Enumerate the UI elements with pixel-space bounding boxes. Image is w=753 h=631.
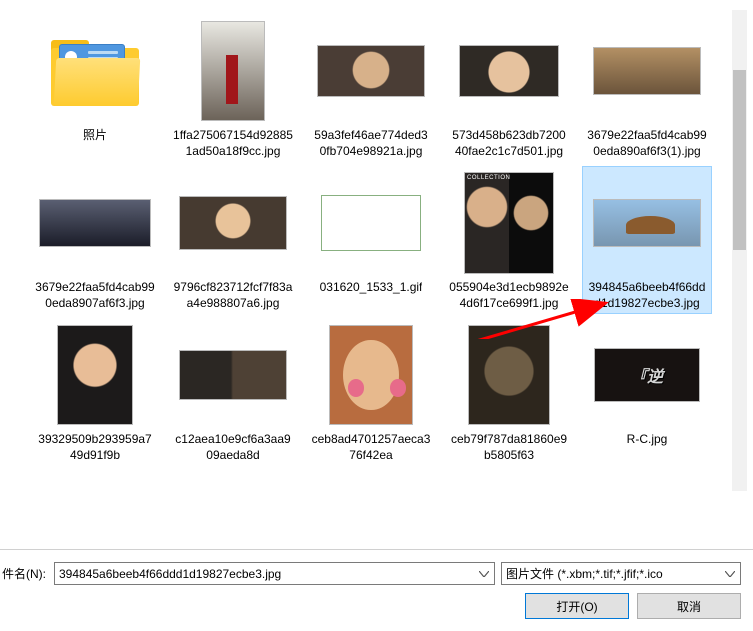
- file-item-label: 1ffa275067154d928851ad50a18f9cc.jpg: [173, 127, 293, 159]
- thumbnail: [35, 323, 155, 427]
- scrollbar-thumb[interactable]: [733, 70, 746, 250]
- file-item[interactable]: 3679e22faa5fd4cab990eda8907af6f3.jpg: [30, 166, 160, 314]
- thumbnail: [449, 171, 569, 275]
- open-button-label: 打开(O): [556, 598, 597, 615]
- file-grid[interactable]: 照片 1ffa275067154d928851ad50a18f9cc.jpg 59a…: [0, 0, 753, 550]
- file-item[interactable]: 031620_1533_1.gif: [306, 166, 436, 314]
- dialog-footer: 件名(N): 394845a6beeb4f66ddd1d19827ecbe3.j…: [0, 554, 753, 631]
- filename-combobox[interactable]: 394845a6beeb4f66ddd1d19827ecbe3.jpg: [54, 562, 495, 585]
- thumbnail: [173, 323, 293, 427]
- file-item-label: 3679e22faa5fd4cab990eda8907af6f3.jpg: [35, 279, 155, 311]
- file-item[interactable]: 1ffa275067154d928851ad50a18f9cc.jpg: [168, 14, 298, 162]
- file-item-label: 59a3fef46ae774ded30fb704e98921a.jpg: [311, 127, 431, 159]
- file-item-label: 照片: [83, 127, 107, 143]
- file-item-label: 39329509b293959a749d91f9b: [35, 431, 155, 463]
- file-item[interactable]: 照片: [30, 14, 160, 162]
- file-item[interactable]: ceb8ad4701257aeca376f42ea: [306, 318, 436, 466]
- scrollbar[interactable]: [732, 10, 747, 491]
- file-item-label: ceb8ad4701257aeca376f42ea: [311, 431, 431, 463]
- filename-value: 394845a6beeb4f66ddd1d19827ecbe3.jpg: [59, 567, 281, 581]
- file-item[interactable]: 59a3fef46ae774ded30fb704e98921a.jpg: [306, 14, 436, 162]
- thumbnail: [311, 19, 431, 123]
- thumbnail: [587, 19, 707, 123]
- file-item-label: 573d458b623db720040fae2c1c7d501.jpg: [449, 127, 569, 159]
- file-item[interactable]: 055904e3d1ecb9892e4d6f17ce699f1.jpg: [444, 166, 574, 314]
- cancel-button[interactable]: 取消: [637, 593, 741, 619]
- file-item[interactable]: 『逆 R-C.jpg: [582, 318, 712, 466]
- file-item-label: c12aea10e9cf6a3aa909aeda8d: [173, 431, 293, 463]
- file-item-label: ceb79f787da81860e9b5805f63: [449, 431, 569, 463]
- thumbnail: [311, 323, 431, 427]
- file-item-label: 031620_1533_1.gif: [320, 279, 423, 295]
- chevron-down-icon: [478, 571, 490, 577]
- file-item-label: 055904e3d1ecb9892e4d6f17ce699f1.jpg: [449, 279, 569, 311]
- chevron-down-icon: [724, 571, 736, 577]
- thumbnail: [35, 19, 155, 123]
- file-item[interactable]: 394845a6beeb4f66ddd1d19827ecbe3.jpg: [582, 166, 712, 314]
- cancel-button-label: 取消: [677, 598, 701, 615]
- file-item-label: R-C.jpg: [627, 431, 668, 447]
- thumbnail: [449, 19, 569, 123]
- file-item[interactable]: 3679e22faa5fd4cab990eda890af6f3(1).jpg: [582, 14, 712, 162]
- thumbnail: [311, 171, 431, 275]
- thumbnail: [587, 171, 707, 275]
- filetype-filter-combobox[interactable]: 图片文件 (*.xbm;*.tif;*.jfif;*.ico: [501, 562, 741, 585]
- file-item-label: 9796cf823712fcf7f83aa4e988807a6.jpg: [173, 279, 293, 311]
- filename-label: 件名(N):: [0, 565, 48, 582]
- folder-icon: [45, 32, 145, 110]
- file-item-label: 3679e22faa5fd4cab990eda890af6f3(1).jpg: [587, 127, 707, 159]
- file-item-label: 394845a6beeb4f66ddd1d19827ecbe3.jpg: [587, 279, 707, 311]
- thumbnail: [173, 19, 293, 123]
- file-item[interactable]: ceb79f787da81860e9b5805f63: [444, 318, 574, 466]
- open-button[interactable]: 打开(O): [525, 593, 629, 619]
- file-item[interactable]: 39329509b293959a749d91f9b: [30, 318, 160, 466]
- file-item[interactable]: c12aea10e9cf6a3aa909aeda8d: [168, 318, 298, 466]
- filetype-filter-value: 图片文件 (*.xbm;*.tif;*.jfif;*.ico: [506, 565, 663, 582]
- file-item[interactable]: 573d458b623db720040fae2c1c7d501.jpg: [444, 14, 574, 162]
- thumbnail: [449, 323, 569, 427]
- file-item[interactable]: 9796cf823712fcf7f83aa4e988807a6.jpg: [168, 166, 298, 314]
- thumbnail: [173, 171, 293, 275]
- thumbnail: [35, 171, 155, 275]
- thumbnail: 『逆: [587, 323, 707, 427]
